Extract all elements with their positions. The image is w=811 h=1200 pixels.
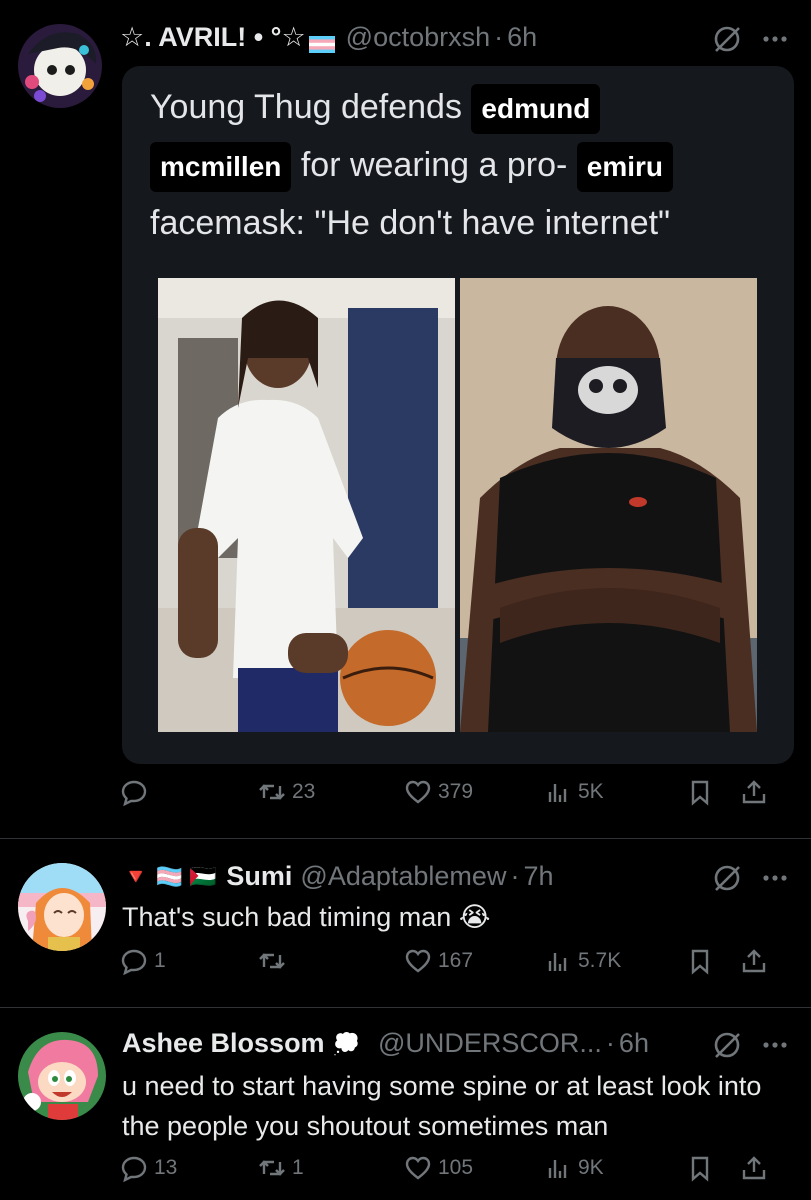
handle[interactable]: @UNDERSCOR... (378, 1028, 602, 1059)
reply-icon (121, 949, 147, 975)
reply-count: 1 (154, 949, 166, 972)
media-headline: Young Thug defends edmund mcmillen for w… (150, 78, 770, 252)
headline-text: facemask: "He don't have internet" (150, 204, 671, 242)
like-button[interactable]: 379 (404, 778, 473, 806)
share-icon (742, 949, 766, 973)
photo-right (460, 278, 757, 732)
tweet-text: That's such bad timing man 😭 (122, 902, 491, 932)
display-name[interactable]: Ashee Blossom (122, 1028, 325, 1059)
handle[interactable]: @Adaptablemew (300, 861, 506, 892)
share-button[interactable] (740, 778, 768, 806)
avatar[interactable] (18, 863, 106, 951)
share-icon (742, 780, 766, 804)
like-icon (405, 1156, 431, 1180)
grok-icon[interactable] (712, 24, 742, 54)
views-count: 5K (578, 780, 604, 803)
tweet-header: ☆. AVRIL! • °☆ @octobrxsh · 6h (120, 22, 537, 53)
repost-button[interactable]: 23 (258, 778, 315, 806)
share-icon (742, 1156, 766, 1180)
timestamp[interactable]: 7h (523, 861, 553, 892)
reply-icon (121, 780, 147, 806)
reply-button[interactable]: 1 (120, 947, 166, 975)
timestamp[interactable]: 6h (507, 22, 537, 53)
separator-dot: · (605, 1028, 615, 1058)
repost-icon (259, 1160, 285, 1176)
tweet-actions: 13 1 105 9K (120, 1154, 780, 1194)
bookmark-button[interactable] (686, 778, 714, 806)
separator-dot: · (510, 861, 520, 891)
name-chip: emiru (576, 142, 674, 193)
repost-icon (259, 953, 285, 969)
bookmark-icon (691, 1156, 709, 1182)
reply-button[interactable]: 13 (120, 1154, 177, 1182)
timestamp[interactable]: 6h (619, 1028, 649, 1059)
bookmark-icon (691, 780, 709, 806)
tweet-actions: 23 379 5K (120, 778, 780, 818)
repost-icon (259, 784, 285, 800)
like-button[interactable]: 105 (404, 1154, 473, 1182)
views-button[interactable]: 5.7K (544, 947, 621, 975)
like-count: 379 (438, 780, 474, 803)
tweet-actions: 1 167 5.7K (120, 947, 780, 987)
trans-flag-icon (308, 29, 335, 53)
views-icon (548, 1160, 567, 1178)
share-button[interactable] (740, 947, 768, 975)
like-icon (405, 780, 431, 804)
avatar[interactable] (18, 24, 102, 108)
reply-button[interactable] (120, 778, 154, 806)
name-chip: edmund (471, 84, 601, 135)
tweet-ashee[interactable]: Ashee Blossom 💭 @UNDERSCOR... · 6h u nee… (0, 1008, 811, 1200)
like-button[interactable]: 167 (404, 947, 473, 975)
bookmark-button[interactable] (686, 1154, 714, 1182)
repost-count: 23 (292, 780, 316, 803)
avatar[interactable] (18, 1032, 106, 1120)
more-icon[interactable] (762, 1041, 788, 1049)
repost-button[interactable]: 1 (258, 1154, 304, 1182)
separator-dot: · (494, 22, 504, 52)
views-button[interactable]: 5K (544, 778, 604, 806)
tweet-header: Ashee Blossom 💭 @UNDERSCOR... · 6h (122, 1028, 649, 1059)
headline-text: Young Thug defends (150, 88, 462, 126)
repost-button[interactable] (258, 947, 292, 975)
reply-icon (121, 1156, 147, 1182)
bookmark-icon (691, 949, 709, 975)
tweet-text: u need to start having some spine or at … (122, 1071, 762, 1141)
views-count: 9K (578, 1156, 604, 1179)
like-count: 105 (438, 1156, 474, 1179)
name-chip: mcmillen (150, 142, 292, 193)
tweet-sumi[interactable]: 🔻 🏳️‍⚧️ 🇵🇸 Sumi @Adaptablemew · 7h That'… (0, 839, 811, 1007)
handle[interactable]: @octobrxsh (346, 22, 490, 53)
grok-icon[interactable] (712, 863, 742, 893)
display-name[interactable]: Sumi (226, 861, 292, 892)
grok-icon[interactable] (712, 1030, 742, 1060)
like-icon (405, 949, 431, 973)
photo-left (158, 278, 455, 732)
media-card[interactable]: Young Thug defends edmund mcmillen for w… (122, 66, 794, 764)
thought-bubble-icon: 💭 (332, 1030, 360, 1056)
tweet-avril[interactable]: ☆. AVRIL! • °☆ @octobrxsh · 6h Young Thu… (0, 0, 811, 838)
bookmark-button[interactable] (686, 947, 714, 975)
flag-emojis: 🔻 🏳️‍⚧️ 🇵🇸 (122, 863, 217, 889)
headline-text: for wearing a pro- (300, 146, 568, 184)
views-icon (548, 953, 567, 971)
views-count: 5.7K (578, 949, 622, 972)
more-icon[interactable] (762, 874, 788, 882)
views-button[interactable]: 9K (544, 1154, 604, 1182)
display-name[interactable]: ☆. AVRIL! • °☆ (120, 22, 306, 53)
reply-count: 13 (154, 1156, 178, 1179)
like-count: 167 (438, 949, 474, 972)
tweet-header: 🔻 🏳️‍⚧️ 🇵🇸 Sumi @Adaptablemew · 7h (122, 861, 554, 892)
more-icon[interactable] (762, 35, 788, 43)
share-button[interactable] (740, 1154, 768, 1182)
views-icon (548, 784, 567, 802)
repost-count: 1 (292, 1156, 304, 1179)
